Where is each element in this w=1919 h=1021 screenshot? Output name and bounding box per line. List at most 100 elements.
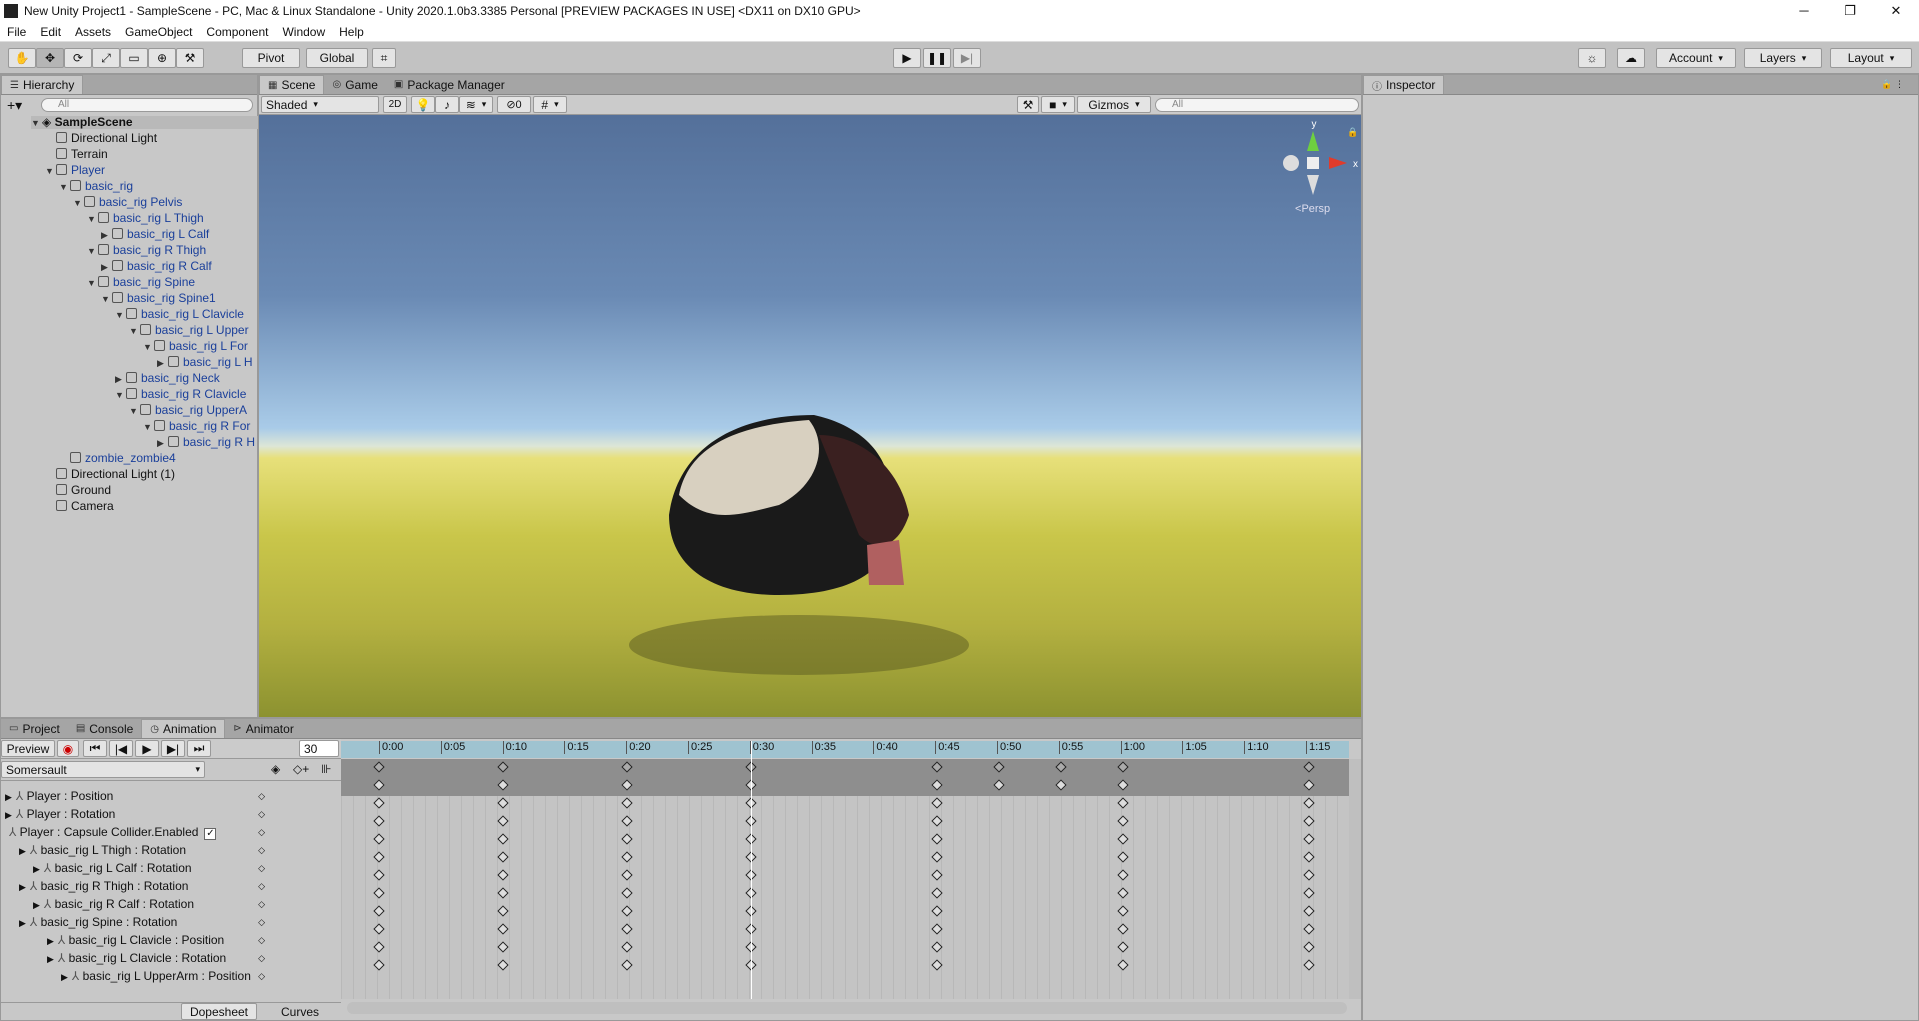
hierarchy-item[interactable]: ▶ basic_rig Neck [115,372,259,385]
dopesheet-grid[interactable] [341,741,1349,999]
keyframe-marker[interactable] [1303,815,1315,827]
menu-assets[interactable]: Assets [68,25,118,39]
tab-console[interactable]: ▤ Console [68,719,141,738]
expand-arrow-icon[interactable]: ▶ [101,261,112,273]
keyframe-marker[interactable] [497,941,509,953]
curves-button[interactable]: Curves [259,1003,341,1020]
first-frame-icon[interactable]: ⏮ [83,740,107,757]
transform-tool-icon[interactable]: ⊕ [148,48,176,68]
scene-search-input[interactable]: All [1155,98,1359,112]
record-icon[interactable]: ◉ [57,740,79,757]
keyframe-marker[interactable] [373,869,385,881]
play-animation-icon[interactable]: ▶ [135,740,159,757]
toggle-2d-button[interactable]: 2D [383,96,407,113]
keyframe-marker[interactable] [931,887,943,899]
expand-arrow-icon[interactable]: ▶ [101,229,112,241]
expand-arrow-icon[interactable]: ▶ [5,810,12,820]
hierarchy-item[interactable]: ▶ basic_rig R Calf [101,260,259,273]
animation-property-row[interactable]: ▶ ⅄ basic_rig L Clavicle : Position ◇ [1,933,271,947]
keyframe-marker[interactable] [931,869,943,881]
keyframe-marker[interactable] [931,815,943,827]
pivot-button[interactable]: Pivot [242,48,300,68]
hierarchy-item[interactable]: ▶ basic_rig L H [157,356,259,369]
audio-icon[interactable]: ♪ [435,96,459,113]
keyframe-toggle-icon[interactable]: ◇ [258,861,265,875]
keyframe-marker[interactable] [621,941,633,953]
keyframe-marker[interactable] [497,833,509,845]
enabled-checkbox[interactable]: ✓ [204,828,217,840]
minimize-button[interactable]: ─ [1781,0,1827,22]
keyframe-marker[interactable] [621,833,633,845]
tab-animator[interactable]: ⊳ Animator [225,719,301,738]
animation-property-row[interactable]: ▶ ⅄ Player : Position ◇ [1,789,271,803]
hierarchy-item[interactable]: ▼ basic_rig Pelvis [73,196,259,209]
keyframe-marker[interactable] [1117,869,1129,881]
frame-input[interactable]: 30 [299,740,339,757]
event-marker-icon[interactable]: ⊪ [321,762,331,776]
hierarchy-item[interactable]: ▼ basic_rig L Upper [129,324,259,337]
cloud-icon[interactable]: ☁ [1617,48,1645,68]
expand-arrow-icon[interactable]: ▼ [143,341,154,353]
keyframe-marker[interactable] [621,959,633,971]
keyframe-marker[interactable] [1117,797,1129,809]
keyframe-marker[interactable] [1303,923,1315,935]
keyframe-toggle-icon[interactable]: ◇ [258,843,265,857]
hierarchy-search-input[interactable]: All [41,98,253,112]
keyframe-toggle-icon[interactable]: ◇ [258,915,265,929]
keyframe-marker[interactable] [497,887,509,899]
hierarchy-item[interactable]: ▼ Player [45,164,259,177]
keyframe-marker[interactable] [373,887,385,899]
gizmo-neg-y-axis[interactable] [1307,175,1319,195]
camera-icon[interactable]: ■ [1041,96,1075,113]
keyframe-marker[interactable] [373,923,385,935]
account-dropdown[interactable]: Account [1656,48,1736,68]
keyframe-marker[interactable] [1303,905,1315,917]
global-button[interactable]: Global [306,48,368,68]
hierarchy-item[interactable]: zombie_zombie4 [59,452,259,465]
keyframe-marker[interactable] [1303,797,1315,809]
move-tool-icon[interactable]: ✥ [36,48,64,68]
keyframe-marker[interactable] [497,959,509,971]
keyframe-marker[interactable] [931,851,943,863]
hierarchy-item[interactable]: ▼ basic_rig L For [143,340,259,353]
keyframe-marker[interactable] [621,923,633,935]
keyframe-marker[interactable] [497,923,509,935]
keyframe-marker[interactable] [621,869,633,881]
tab-project[interactable]: ▭ Project [1,719,68,738]
shading-dropdown[interactable]: Shaded [261,96,379,113]
tab-package-manager[interactable]: ▣ Package Manager [386,75,513,94]
hierarchy-item[interactable]: ▶ basic_rig L Calf [101,228,259,241]
keyframe-marker[interactable] [931,959,943,971]
scene-viewport[interactable]: y x <Persp 🔒 [259,115,1361,717]
animation-property-row[interactable]: ▶ ⅄ basic_rig L Calf : Rotation ◇ [1,861,271,875]
gizmo-neg-x-axis[interactable] [1283,155,1299,171]
tab-inspector[interactable]: ⓘ Inspector [1363,75,1445,94]
expand-arrow-icon[interactable]: ▼ [101,293,112,305]
keyframe-toggle-icon[interactable]: ◇ [258,789,265,803]
keyframe-marker[interactable] [497,797,509,809]
rect-tool-icon[interactable]: ▭ [120,48,148,68]
rotate-tool-icon[interactable]: ⟳ [64,48,92,68]
custom-tool-icon[interactable]: ⚒ [176,48,204,68]
maximize-button[interactable]: ❐ [1827,0,1873,22]
tab-animation[interactable]: ◷ Animation [141,719,226,738]
expand-arrow-icon[interactable]: ▼ [115,389,126,401]
hierarchy-item[interactable]: Terrain [45,148,259,161]
expand-arrow-icon[interactable]: ▶ [115,373,126,385]
expand-arrow-icon[interactable]: ▼ [143,421,154,433]
expand-arrow-icon[interactable]: ▶ [47,954,54,964]
keyframe-marker[interactable] [1303,833,1315,845]
keyframe-marker[interactable] [373,833,385,845]
hierarchy-item[interactable]: ▼ basic_rig [59,180,259,193]
add-keyframe-icon[interactable]: ◈ [271,762,280,776]
expand-arrow-icon[interactable]: ▼ [45,165,56,177]
keyframe-marker[interactable] [931,833,943,845]
gizmo-x-axis[interactable] [1329,157,1347,169]
grid-toggle-icon[interactable]: # [533,96,567,113]
keyframe-marker[interactable] [1117,923,1129,935]
prev-frame-icon[interactable]: |◀ [109,740,133,757]
clip-dropdown[interactable]: Somersault [1,761,205,778]
keyframe-toggle-icon[interactable]: ◇ [258,807,265,821]
menu-gameobject[interactable]: GameObject [118,25,199,39]
expand-arrow-icon[interactable]: ▶ [5,792,12,802]
